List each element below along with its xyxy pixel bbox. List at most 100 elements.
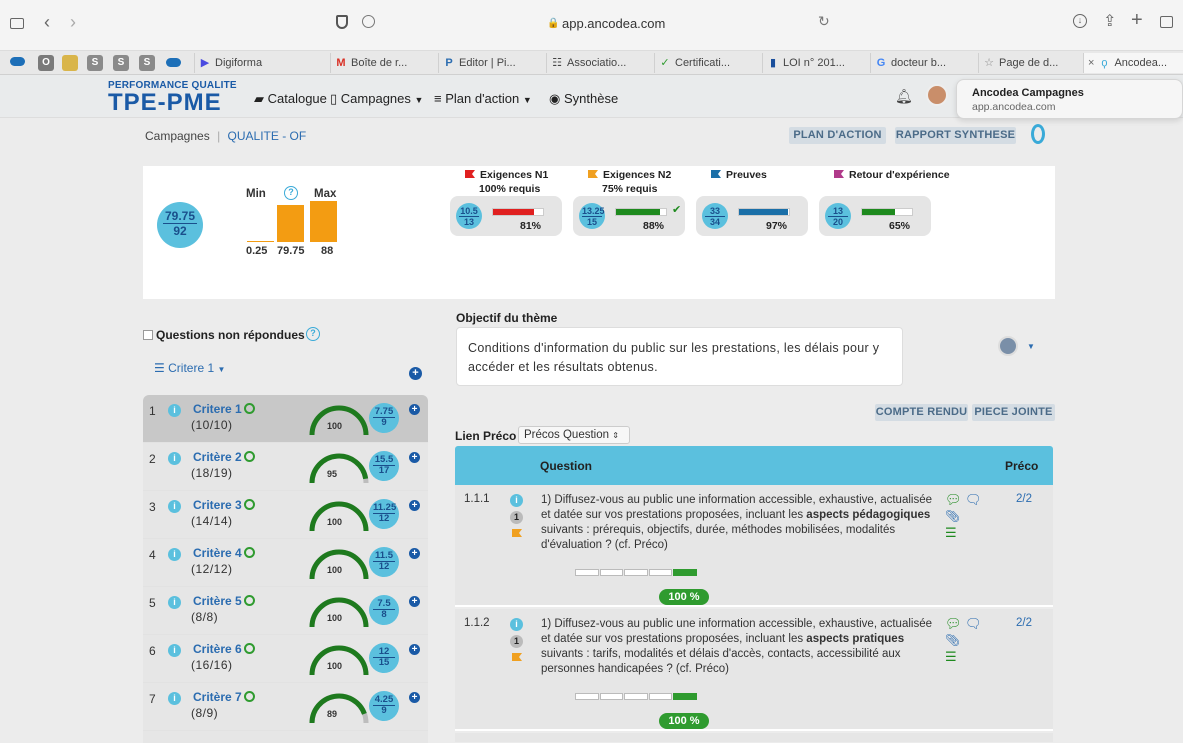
- question-row[interactable]: 1.1.2 i 1 1) Diffusez-vous au public une in…: [455, 609, 1053, 731]
- info-icon[interactable]: i: [510, 494, 523, 507]
- checklist-icon[interactable]: ☰: [945, 649, 957, 665]
- answer-scale-step[interactable]: [599, 569, 624, 576]
- criteria-row[interactable]: 2 i Critère 2 (18/19) 95 15.5 17 +: [143, 443, 428, 491]
- plan-action-button[interactable]: PLAN D'ACTION: [789, 127, 886, 144]
- criteria-filter-dropdown[interactable]: ☰ Critere 1 ▼: [154, 361, 225, 375]
- add-icon[interactable]: +: [409, 692, 420, 703]
- comment-icon[interactable]: 💬︎: [945, 616, 962, 632]
- tab-overview-icon[interactable]: [1160, 16, 1173, 28]
- ancodea-logo-icon[interactable]: [1031, 124, 1045, 144]
- notification-popup[interactable]: Ancodea Campagnes app.ancodea.com: [956, 79, 1183, 119]
- checklist-icon[interactable]: ☰: [945, 525, 957, 541]
- sidebar-toggle-icon[interactable]: [10, 18, 24, 29]
- info-icon[interactable]: i: [168, 596, 181, 609]
- user-avatar[interactable]: [926, 84, 948, 106]
- privacy-shield-icon[interactable]: [336, 15, 348, 29]
- help-icon[interactable]: ?: [306, 327, 320, 341]
- criteria-row[interactable]: 5 i Critère 5 (8/8) 100 7.5 8 +: [143, 587, 428, 635]
- answer-scale[interactable]: [575, 693, 697, 700]
- tab-digiforma[interactable]: ▶ Digiforma: [194, 53, 318, 73]
- discussion-icon[interactable]: 🗨︎: [965, 492, 982, 508]
- answer-scale-step[interactable]: [673, 693, 697, 700]
- info-icon[interactable]: i: [168, 404, 181, 417]
- pinned-tab-s3[interactable]: S: [139, 55, 155, 71]
- address-bar[interactable]: app.ancodea.com: [562, 16, 665, 31]
- preco-count[interactable]: 2/2: [1016, 493, 1032, 505]
- tab-page[interactable]: ☆ Page de d...: [978, 53, 1078, 73]
- tab-gmail[interactable]: M Boîte de r...: [330, 53, 430, 73]
- tab-docteur[interactable]: Gdocteur b...: [870, 53, 970, 73]
- tab-loi[interactable]: ▮ LOI n° 201...: [762, 53, 862, 73]
- nav-campagnes[interactable]: ▯ Campagnes ▼: [330, 91, 423, 107]
- download-icon[interactable]: ↓: [1073, 14, 1087, 28]
- tab-ancodea-active[interactable]: × ϙ Ancodea...: [1083, 53, 1183, 73]
- criteria-name[interactable]: Critere 1: [193, 402, 255, 416]
- paperclip-icon[interactable]: 📎︎: [945, 509, 960, 523]
- nav-plan-action[interactable]: ≡ Plan d'action ▼: [434, 91, 532, 106]
- criteria-row[interactable]: 3 i Critere 3 (14/14) 100 11.25 12 +: [143, 491, 428, 539]
- pinned-tab-s1[interactable]: S: [87, 55, 103, 71]
- breadcrumb-current[interactable]: QUALITE - OF: [228, 129, 307, 143]
- close-tab-icon[interactable]: ×: [1088, 57, 1094, 69]
- criteria-row[interactable]: [143, 731, 428, 743]
- unanswered-checkbox[interactable]: [143, 330, 153, 340]
- answer-scale[interactable]: [575, 569, 697, 576]
- share-icon[interactable]: ⇪: [1103, 11, 1116, 31]
- add-icon[interactable]: +: [409, 404, 420, 415]
- grid-icon[interactable]: [62, 55, 78, 71]
- pinned-tab-s2[interactable]: S: [113, 55, 129, 71]
- add-icon[interactable]: +: [409, 596, 420, 607]
- tab-association[interactable]: ☷ Associatio...: [546, 53, 646, 73]
- answer-scale-step[interactable]: [648, 693, 673, 700]
- assignee-avatar[interactable]: [998, 336, 1018, 356]
- add-icon[interactable]: +: [409, 500, 420, 511]
- reload-icon[interactable]: ↻: [818, 13, 830, 30]
- criteria-name[interactable]: Critère 7: [193, 690, 255, 704]
- criteria-name[interactable]: Critère 4: [193, 546, 255, 560]
- info-icon[interactable]: i: [168, 548, 181, 561]
- preco-count[interactable]: 2/2: [1016, 617, 1032, 629]
- answer-scale-step[interactable]: [673, 569, 697, 576]
- answer-scale-step[interactable]: [648, 569, 673, 576]
- comment-icon[interactable]: 💬︎: [945, 492, 962, 508]
- question-row[interactable]: 1.1.1 i 1 1) Diffusez-vous au public une in…: [455, 485, 1053, 607]
- pinned-tab-o[interactable]: O: [38, 55, 54, 71]
- piece-jointe-button[interactable]: PIECE JOINTE: [972, 404, 1055, 421]
- nav-synthese[interactable]: ◉ Synthèse: [549, 91, 618, 107]
- criteria-row[interactable]: 6 i Critère 6 (16/16) 100 12 15 +: [143, 635, 428, 683]
- paperclip-icon[interactable]: 📎︎: [945, 633, 960, 647]
- info-icon[interactable]: i: [168, 692, 181, 705]
- info-icon[interactable]: i: [510, 618, 523, 631]
- caret-down-icon[interactable]: ▼: [1027, 342, 1035, 351]
- criteria-name[interactable]: Critère 6: [193, 642, 255, 656]
- answer-scale-step[interactable]: [624, 693, 648, 700]
- breadcrumb-root[interactable]: Campagnes: [145, 129, 210, 143]
- add-icon[interactable]: +: [409, 644, 420, 655]
- criteria-name[interactable]: Critère 5: [193, 594, 255, 608]
- lien-preco-select[interactable]: Précos Question ⇕: [518, 426, 630, 444]
- back-icon[interactable]: ‹: [44, 12, 50, 33]
- cloud-icon[interactable]: [10, 57, 25, 66]
- help-icon[interactable]: ?: [284, 186, 298, 200]
- criteria-row[interactable]: 7 i Critère 7 (8/9) 89 4.25 9 +: [143, 683, 428, 731]
- tab-editor[interactable]: P Editor | Pi...: [438, 53, 538, 73]
- criteria-row[interactable]: 4 i Critère 4 (12/12) 100 11.5 12 +: [143, 539, 428, 587]
- criteria-name[interactable]: Critere 3: [193, 498, 255, 512]
- answer-scale-step[interactable]: [575, 693, 599, 700]
- compte-rendu-button[interactable]: COMPTE RENDU: [875, 404, 968, 421]
- rapport-synthese-button[interactable]: RAPPORT SYNTHESE: [895, 127, 1016, 144]
- forward-icon[interactable]: ›: [70, 12, 76, 33]
- answer-scale-step[interactable]: [575, 569, 599, 576]
- extension-icon[interactable]: [362, 15, 375, 28]
- criteria-row[interactable]: 1 i Critere 1 (10/10) 100 7.75 9 +: [143, 395, 428, 443]
- add-criteria-icon[interactable]: +: [409, 367, 422, 380]
- new-tab-icon[interactable]: +: [1131, 9, 1143, 32]
- discussion-icon[interactable]: 🗨︎: [965, 616, 982, 632]
- tab-certification[interactable]: ✓ Certificati...: [654, 53, 754, 73]
- answer-scale-step[interactable]: [599, 693, 624, 700]
- info-icon[interactable]: i: [168, 644, 181, 657]
- logo[interactable]: TPE-PME: [108, 89, 222, 117]
- info-icon[interactable]: i: [168, 452, 181, 465]
- info-icon[interactable]: i: [168, 500, 181, 513]
- question-row[interactable]: [455, 733, 1053, 742]
